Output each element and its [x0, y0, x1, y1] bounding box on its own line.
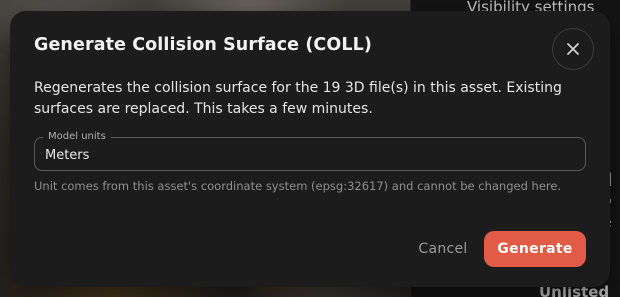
generate-button[interactable]: Generate	[484, 231, 586, 267]
close-button[interactable]	[552, 28, 594, 70]
model-units-input[interactable]	[45, 145, 565, 165]
model-units-field: Model units	[34, 131, 586, 171]
cancel-button[interactable]: Cancel	[408, 231, 478, 267]
dialog-description: Regenerates the collision surface for th…	[34, 80, 562, 117]
close-icon	[567, 43, 579, 55]
generate-collision-dialog: Generate Collision Surface (COLL) Regene…	[10, 11, 610, 287]
model-units-helper-text: Unit comes from this asset's coordinate …	[34, 179, 562, 193]
model-units-label: Model units	[43, 131, 111, 143]
dialog-title: Generate Collision Surface (COLL)	[34, 35, 372, 55]
